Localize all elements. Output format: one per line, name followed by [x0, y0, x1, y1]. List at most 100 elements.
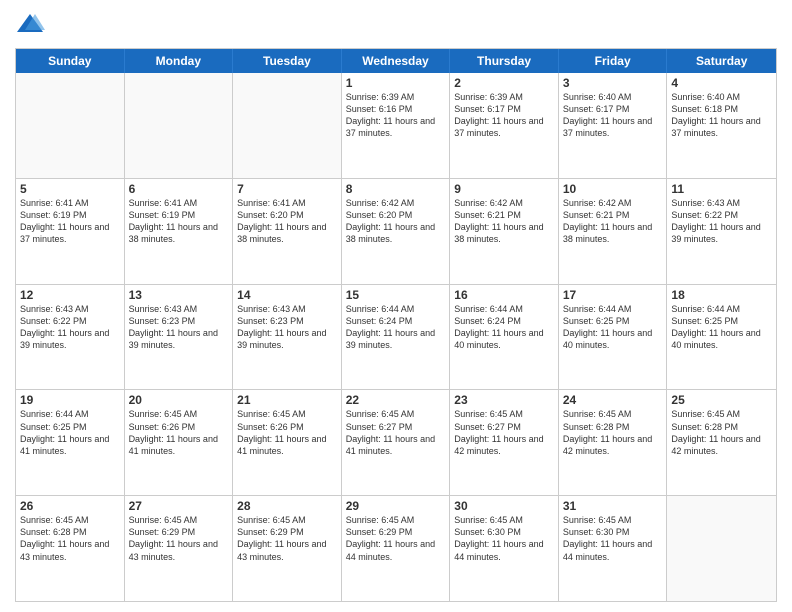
- day-info: Sunrise: 6:41 AMSunset: 6:20 PMDaylight:…: [237, 197, 337, 246]
- day-number: 16: [454, 288, 554, 302]
- day-number: 12: [20, 288, 120, 302]
- calendar-cell: 3Sunrise: 6:40 AMSunset: 6:17 PMDaylight…: [559, 73, 668, 178]
- calendar-cell: 29Sunrise: 6:45 AMSunset: 6:29 PMDayligh…: [342, 496, 451, 601]
- calendar-cell: 27Sunrise: 6:45 AMSunset: 6:29 PMDayligh…: [125, 496, 234, 601]
- day-number: 23: [454, 393, 554, 407]
- day-number: 18: [671, 288, 772, 302]
- calendar-cell: 31Sunrise: 6:45 AMSunset: 6:30 PMDayligh…: [559, 496, 668, 601]
- day-number: 2: [454, 76, 554, 90]
- calendar-cell: 17Sunrise: 6:44 AMSunset: 6:25 PMDayligh…: [559, 285, 668, 390]
- day-info: Sunrise: 6:44 AMSunset: 6:24 PMDaylight:…: [346, 303, 446, 352]
- calendar-cell: 6Sunrise: 6:41 AMSunset: 6:19 PMDaylight…: [125, 179, 234, 284]
- day-number: 10: [563, 182, 663, 196]
- day-info: Sunrise: 6:45 AMSunset: 6:28 PMDaylight:…: [563, 408, 663, 457]
- calendar-header: SundayMondayTuesdayWednesdayThursdayFrid…: [16, 49, 776, 73]
- day-info: Sunrise: 6:39 AMSunset: 6:17 PMDaylight:…: [454, 91, 554, 140]
- calendar-cell: 18Sunrise: 6:44 AMSunset: 6:25 PMDayligh…: [667, 285, 776, 390]
- day-number: 15: [346, 288, 446, 302]
- calendar-cell: 15Sunrise: 6:44 AMSunset: 6:24 PMDayligh…: [342, 285, 451, 390]
- calendar-cell: 21Sunrise: 6:45 AMSunset: 6:26 PMDayligh…: [233, 390, 342, 495]
- calendar-row: 5Sunrise: 6:41 AMSunset: 6:19 PMDaylight…: [16, 179, 776, 285]
- calendar-row: 12Sunrise: 6:43 AMSunset: 6:22 PMDayligh…: [16, 285, 776, 391]
- calendar-cell: [233, 73, 342, 178]
- calendar-cell: [125, 73, 234, 178]
- day-number: 17: [563, 288, 663, 302]
- day-header: Tuesday: [233, 49, 342, 73]
- day-info: Sunrise: 6:45 AMSunset: 6:30 PMDaylight:…: [454, 514, 554, 563]
- calendar-cell: 10Sunrise: 6:42 AMSunset: 6:21 PMDayligh…: [559, 179, 668, 284]
- day-info: Sunrise: 6:43 AMSunset: 6:22 PMDaylight:…: [20, 303, 120, 352]
- day-number: 1: [346, 76, 446, 90]
- calendar-cell: 19Sunrise: 6:44 AMSunset: 6:25 PMDayligh…: [16, 390, 125, 495]
- day-info: Sunrise: 6:45 AMSunset: 6:29 PMDaylight:…: [237, 514, 337, 563]
- day-header: Monday: [125, 49, 234, 73]
- day-info: Sunrise: 6:45 AMSunset: 6:28 PMDaylight:…: [671, 408, 772, 457]
- calendar-cell: 22Sunrise: 6:45 AMSunset: 6:27 PMDayligh…: [342, 390, 451, 495]
- day-number: 20: [129, 393, 229, 407]
- logo-icon: [15, 10, 45, 40]
- day-header: Thursday: [450, 49, 559, 73]
- day-header: Saturday: [667, 49, 776, 73]
- calendar-cell: 28Sunrise: 6:45 AMSunset: 6:29 PMDayligh…: [233, 496, 342, 601]
- calendar-cell: 24Sunrise: 6:45 AMSunset: 6:28 PMDayligh…: [559, 390, 668, 495]
- day-number: 8: [346, 182, 446, 196]
- day-number: 25: [671, 393, 772, 407]
- day-info: Sunrise: 6:44 AMSunset: 6:25 PMDaylight:…: [671, 303, 772, 352]
- calendar-cell: 23Sunrise: 6:45 AMSunset: 6:27 PMDayligh…: [450, 390, 559, 495]
- day-number: 9: [454, 182, 554, 196]
- day-info: Sunrise: 6:45 AMSunset: 6:30 PMDaylight:…: [563, 514, 663, 563]
- day-info: Sunrise: 6:45 AMSunset: 6:29 PMDaylight:…: [346, 514, 446, 563]
- day-info: Sunrise: 6:40 AMSunset: 6:18 PMDaylight:…: [671, 91, 772, 140]
- day-number: 4: [671, 76, 772, 90]
- day-number: 27: [129, 499, 229, 513]
- day-number: 13: [129, 288, 229, 302]
- day-number: 31: [563, 499, 663, 513]
- calendar-row: 1Sunrise: 6:39 AMSunset: 6:16 PMDaylight…: [16, 73, 776, 179]
- calendar-cell: 26Sunrise: 6:45 AMSunset: 6:28 PMDayligh…: [16, 496, 125, 601]
- calendar: SundayMondayTuesdayWednesdayThursdayFrid…: [15, 48, 777, 602]
- day-info: Sunrise: 6:41 AMSunset: 6:19 PMDaylight:…: [20, 197, 120, 246]
- calendar-cell: 14Sunrise: 6:43 AMSunset: 6:23 PMDayligh…: [233, 285, 342, 390]
- logo: [15, 10, 49, 40]
- calendar-cell: 30Sunrise: 6:45 AMSunset: 6:30 PMDayligh…: [450, 496, 559, 601]
- day-number: 6: [129, 182, 229, 196]
- day-info: Sunrise: 6:45 AMSunset: 6:27 PMDaylight:…: [346, 408, 446, 457]
- calendar-cell: 12Sunrise: 6:43 AMSunset: 6:22 PMDayligh…: [16, 285, 125, 390]
- day-header: Sunday: [16, 49, 125, 73]
- day-number: 30: [454, 499, 554, 513]
- day-info: Sunrise: 6:45 AMSunset: 6:26 PMDaylight:…: [237, 408, 337, 457]
- day-info: Sunrise: 6:43 AMSunset: 6:23 PMDaylight:…: [237, 303, 337, 352]
- calendar-cell: 11Sunrise: 6:43 AMSunset: 6:22 PMDayligh…: [667, 179, 776, 284]
- day-header: Wednesday: [342, 49, 451, 73]
- day-info: Sunrise: 6:44 AMSunset: 6:25 PMDaylight:…: [20, 408, 120, 457]
- page: SundayMondayTuesdayWednesdayThursdayFrid…: [0, 0, 792, 612]
- day-info: Sunrise: 6:39 AMSunset: 6:16 PMDaylight:…: [346, 91, 446, 140]
- day-number: 5: [20, 182, 120, 196]
- day-info: Sunrise: 6:42 AMSunset: 6:20 PMDaylight:…: [346, 197, 446, 246]
- calendar-cell: 4Sunrise: 6:40 AMSunset: 6:18 PMDaylight…: [667, 73, 776, 178]
- calendar-cell: 9Sunrise: 6:42 AMSunset: 6:21 PMDaylight…: [450, 179, 559, 284]
- day-number: 14: [237, 288, 337, 302]
- day-info: Sunrise: 6:41 AMSunset: 6:19 PMDaylight:…: [129, 197, 229, 246]
- calendar-cell: 13Sunrise: 6:43 AMSunset: 6:23 PMDayligh…: [125, 285, 234, 390]
- day-number: 26: [20, 499, 120, 513]
- day-info: Sunrise: 6:43 AMSunset: 6:22 PMDaylight:…: [671, 197, 772, 246]
- day-info: Sunrise: 6:40 AMSunset: 6:17 PMDaylight:…: [563, 91, 663, 140]
- day-info: Sunrise: 6:45 AMSunset: 6:28 PMDaylight:…: [20, 514, 120, 563]
- calendar-cell: 16Sunrise: 6:44 AMSunset: 6:24 PMDayligh…: [450, 285, 559, 390]
- calendar-cell: 8Sunrise: 6:42 AMSunset: 6:20 PMDaylight…: [342, 179, 451, 284]
- day-info: Sunrise: 6:43 AMSunset: 6:23 PMDaylight:…: [129, 303, 229, 352]
- calendar-cell: 1Sunrise: 6:39 AMSunset: 6:16 PMDaylight…: [342, 73, 451, 178]
- calendar-cell: 7Sunrise: 6:41 AMSunset: 6:20 PMDaylight…: [233, 179, 342, 284]
- calendar-row: 26Sunrise: 6:45 AMSunset: 6:28 PMDayligh…: [16, 496, 776, 601]
- day-number: 29: [346, 499, 446, 513]
- day-info: Sunrise: 6:42 AMSunset: 6:21 PMDaylight:…: [563, 197, 663, 246]
- day-info: Sunrise: 6:45 AMSunset: 6:26 PMDaylight:…: [129, 408, 229, 457]
- day-number: 22: [346, 393, 446, 407]
- calendar-cell: 20Sunrise: 6:45 AMSunset: 6:26 PMDayligh…: [125, 390, 234, 495]
- day-info: Sunrise: 6:44 AMSunset: 6:24 PMDaylight:…: [454, 303, 554, 352]
- day-number: 24: [563, 393, 663, 407]
- calendar-cell: [16, 73, 125, 178]
- calendar-cell: 25Sunrise: 6:45 AMSunset: 6:28 PMDayligh…: [667, 390, 776, 495]
- day-number: 21: [237, 393, 337, 407]
